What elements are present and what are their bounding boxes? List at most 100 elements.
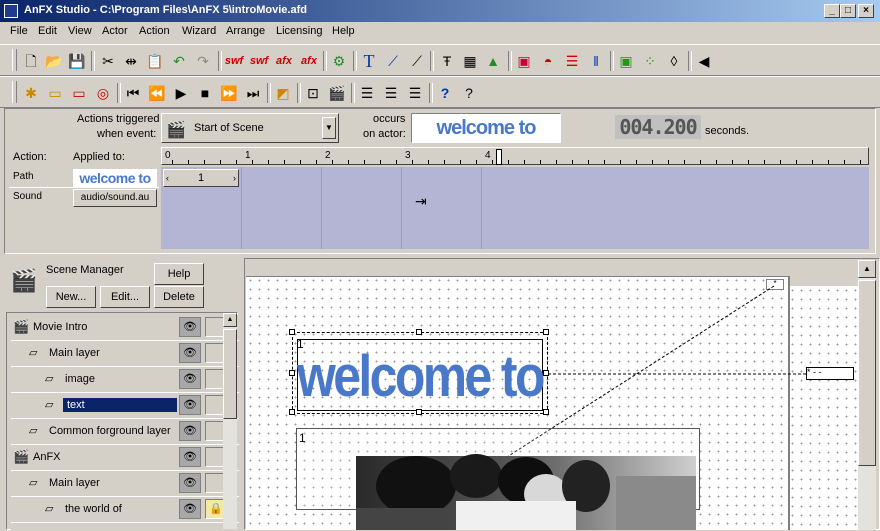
tree-item-actor[interactable]: ▱ the world of 👁 🔒 <box>11 497 239 523</box>
wizard-icon[interactable]: ⚙ <box>328 50 350 72</box>
scroll-up-icon[interactable]: ▲ <box>223 313 237 327</box>
image-icon[interactable]: ▲ <box>482 50 504 72</box>
ungroup-icon[interactable]: ⁘ <box>639 50 661 72</box>
toolbar-grip[interactable] <box>12 49 17 71</box>
redo-icon[interactable]: ↷ <box>192 50 214 72</box>
color-icon[interactable]: ◓ <box>537 50 559 72</box>
tree-item-actor[interactable]: ▱ image 👁 <box>11 367 239 393</box>
record-icon[interactable]: ◎ <box>92 82 114 104</box>
visibility-eye-icon[interactable]: 👁 <box>179 421 201 441</box>
scroll-thumb[interactable] <box>858 280 876 466</box>
export-swf-button[interactable]: swf <box>223 50 245 72</box>
sound-icon[interactable]: ◀ <box>693 50 715 72</box>
menu-help[interactable]: Help <box>332 25 355 37</box>
visibility-eye-icon[interactable]: 👁 <box>179 395 201 415</box>
tree-item-scene[interactable]: 🎬 AnFX 👁 <box>11 445 239 471</box>
event-select[interactable]: 🎬 Start of Scene ▼ <box>161 113 339 143</box>
menu-view[interactable]: View <box>68 25 92 37</box>
line-tool-icon[interactable]: ⟋ <box>406 50 428 72</box>
tree-item-layer[interactable]: ▱ Main layer 👁 <box>11 341 239 367</box>
filmstrip-icon[interactable]: ▦ <box>459 50 481 72</box>
visibility-eye-icon[interactable]: 👁 <box>179 447 201 467</box>
resize-handle[interactable] <box>289 370 295 376</box>
menu-edit[interactable]: Edit <box>38 25 57 37</box>
last-frame-icon[interactable]: ⏭ <box>242 82 264 104</box>
stop-icon[interactable]: ■ <box>194 82 216 104</box>
text-tool-icon[interactable]: T <box>358 50 380 72</box>
export-swf-alt-button[interactable]: swf <box>248 50 270 72</box>
cut-icon[interactable]: ✂ <box>97 50 119 72</box>
visibility-eye-icon[interactable]: 👁 <box>179 473 201 493</box>
minimize-button[interactable]: _ <box>824 4 840 18</box>
path-endpoint-box[interactable]: * - - <box>806 367 854 380</box>
crop-icon[interactable]: ⊡ <box>302 82 324 104</box>
play-icon[interactable]: ▶ <box>170 82 192 104</box>
chevron-down-icon[interactable]: ▼ <box>322 117 336 139</box>
resize-handle[interactable] <box>543 329 549 335</box>
tree-item-layer[interactable]: ▱ Main layer 👁 <box>11 471 239 497</box>
fast-forward-icon[interactable]: ⏩ <box>218 82 240 104</box>
new-scene-icon[interactable]: ✱ <box>20 82 42 104</box>
menu-wizard[interactable]: Wizard <box>182 25 216 37</box>
shapes-icon[interactable]: ▣ <box>513 50 535 72</box>
menu-arrange[interactable]: Arrange <box>226 25 265 37</box>
resize-handle[interactable] <box>543 370 549 376</box>
save-icon[interactable]: 💾 <box>66 50 88 72</box>
new-file-icon[interactable]: 🗋 <box>20 50 42 72</box>
properties-icon[interactable]: ◩ <box>272 82 294 104</box>
help-button[interactable]: Help <box>154 263 204 285</box>
layers-icon[interactable]: ◊ <box>663 50 685 72</box>
clapper-icon[interactable]: 🎬 <box>326 82 348 104</box>
menu-action[interactable]: Action <box>139 25 170 37</box>
context-help-icon[interactable]: ? <box>458 82 480 104</box>
canvas-scrollbar[interactable]: ▲ <box>858 260 876 530</box>
playhead-marker[interactable] <box>496 149 502 165</box>
text-effect-icon[interactable]: Ŧ <box>436 50 458 72</box>
path-row[interactable]: Path welcome to <box>9 169 159 188</box>
export-afx-alt-button[interactable]: afx <box>298 50 320 72</box>
toolbar-grip[interactable] <box>12 81 17 103</box>
actor-field[interactable]: welcome to <box>411 113 561 143</box>
visibility-eye-icon[interactable]: 👁 <box>179 317 201 337</box>
scroll-up-icon[interactable]: ▲ <box>858 260 876 278</box>
resize-handle[interactable] <box>289 409 295 415</box>
open-folder-icon[interactable]: 📂 <box>43 50 65 72</box>
align-right-icon[interactable]: ☰ <box>404 82 426 104</box>
lines-icon[interactable]: ☰ <box>561 50 583 72</box>
resize-handle[interactable] <box>289 329 295 335</box>
visibility-eye-icon[interactable]: 👁 <box>179 499 201 519</box>
menu-licensing[interactable]: Licensing <box>276 25 322 37</box>
close-button[interactable]: × <box>858 4 874 18</box>
time-display[interactable]: 004.200 <box>615 115 701 139</box>
first-frame-icon[interactable]: ⏮ <box>122 82 144 104</box>
tree-item-actor-selected[interactable]: ▱ text 👁 <box>11 393 239 419</box>
tree-item-scene[interactable]: 🎬 Movie Intro 👁 <box>11 315 239 341</box>
undo-icon[interactable]: ↶ <box>168 50 190 72</box>
align-bars-icon[interactable]: ‖ <box>585 50 607 72</box>
edit-scene-button[interactable]: Edit... <box>100 286 150 308</box>
visibility-eye-icon[interactable]: 👁 <box>179 343 201 363</box>
tree-item-layer[interactable]: ▱ Common forground layer 👁 <box>11 419 239 445</box>
delete-scene-icon[interactable]: ▭ <box>68 82 90 104</box>
help-icon[interactable]: ? <box>434 82 456 104</box>
resize-handle[interactable] <box>416 329 422 335</box>
align-left-icon[interactable]: ☰ <box>356 82 378 104</box>
new-scene-button[interactable]: New... <box>46 286 96 308</box>
scene-icon[interactable]: ▭ <box>44 82 66 104</box>
group-icon[interactable]: ▣ <box>615 50 637 72</box>
split-icon[interactable]: ⇹ <box>120 50 142 72</box>
menu-actor[interactable]: Actor <box>102 25 128 37</box>
menu-file[interactable]: File <box>10 25 28 37</box>
resize-handle[interactable] <box>543 409 549 415</box>
paste-icon[interactable]: 📋 <box>144 50 166 72</box>
align-center-icon[interactable]: ☰ <box>380 82 402 104</box>
delete-scene-button[interactable]: Delete <box>154 286 204 308</box>
rewind-icon[interactable]: ⏪ <box>146 82 168 104</box>
keyframe-block[interactable]: ‹ 1 › <box>163 169 239 187</box>
maximize-button[interactable]: □ <box>840 4 856 18</box>
timeline-tracks[interactable]: ‹ 1 › ⇥ <box>161 167 869 249</box>
path-tool-icon[interactable]: ⟋ <box>382 50 404 72</box>
scene-tree[interactable]: 🎬 Movie Intro 👁 ▱ Main layer 👁 ▱ image 👁… <box>6 312 239 531</box>
sound-row[interactable]: Sound audio/sound.au <box>9 189 159 207</box>
text-actor[interactable]: 1 welcome to <box>289 329 549 415</box>
